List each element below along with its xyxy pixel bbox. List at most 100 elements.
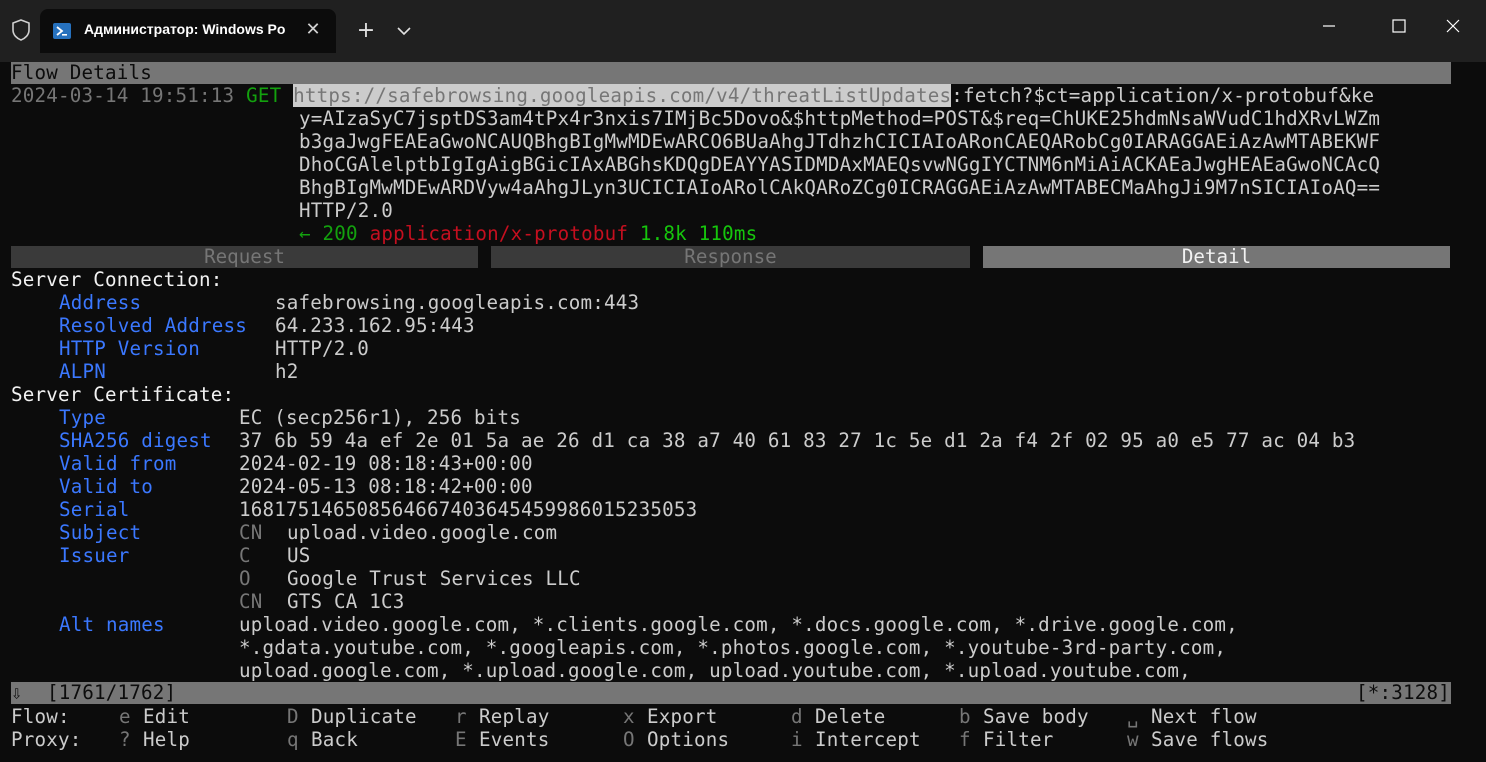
listen-address: [*:3128] <box>1356 681 1451 704</box>
terminal-tab[interactable]: Администратор: Windows Po ✕ <box>40 9 336 53</box>
detail-key: Valid from <box>59 452 177 475</box>
minimize-icon[interactable] <box>1306 8 1352 44</box>
detail-value: Google Trust Services LLC <box>287 567 581 590</box>
keybar-label: Flow: <box>11 705 70 728</box>
detail-key: Valid to <box>59 475 154 498</box>
response-size: 1.8k <box>639 222 687 245</box>
request-line: 2024-03-14 19:51:13 GET https://safebrow… <box>11 84 1375 108</box>
detail-value: 168175146508564667403645459986015235053 <box>239 498 698 521</box>
title-bar: Администратор: Windows Po ✕ + <box>0 0 1486 62</box>
detail-value: h2 <box>275 360 299 383</box>
response-time: 110ms <box>698 222 758 245</box>
shortcut-save-body[interactable]: Save body <box>983 706 1089 729</box>
url-line: b3gaJwgFEAEaGwoNCAUQBhgBIgMwMDEwARCO6BUa… <box>299 130 1381 153</box>
shortcut-key: ? <box>119 728 131 751</box>
section-heading: Server Certificate: <box>11 383 235 406</box>
detail-value: upload.video.google.com, *.clients.googl… <box>239 613 1238 636</box>
maximize-icon[interactable] <box>1376 8 1422 44</box>
shortcut-key: q <box>287 728 299 751</box>
detail-value: EC (secp256r1), 256 bits <box>239 406 522 429</box>
detail-value: 2024-02-19 08:18:43+00:00 <box>239 452 533 475</box>
shortcut-filter[interactable]: Filter <box>983 729 1054 752</box>
method: GET <box>246 84 282 107</box>
shortcut-key: r <box>455 705 467 728</box>
shortcut-intercept[interactable]: Intercept <box>815 729 921 752</box>
shortcut-key: x <box>623 705 635 728</box>
detail-key: HTTP Version <box>59 337 201 360</box>
header-bar <box>11 62 1451 84</box>
shield-icon <box>12 19 30 41</box>
field-label: CN <box>239 521 263 544</box>
detail-key: Serial <box>59 498 130 521</box>
tab-detail[interactable]: Detail <box>983 246 1450 268</box>
shortcut-delete[interactable]: Delete <box>815 706 886 729</box>
detail-value: upload.google.com, *.upload.google.com, … <box>239 659 1191 682</box>
shortcut-key: i <box>791 728 803 751</box>
shortcut-options[interactable]: Options <box>647 729 729 752</box>
shortcut-key: O <box>623 728 635 751</box>
shortcut-duplicate[interactable]: Duplicate <box>311 706 417 729</box>
detail-key: Alt names <box>59 613 165 636</box>
url-part: :fetch?$ct=application/x-protobuf&ke <box>951 84 1375 107</box>
shortcut-key: E <box>455 728 467 751</box>
detail-value: US <box>287 544 311 567</box>
keybar-label: Proxy: <box>11 728 82 751</box>
shortcut-save-flows[interactable]: Save flows <box>1151 729 1269 752</box>
shortcut-export[interactable]: Export <box>647 706 718 729</box>
chevron-down-icon[interactable] <box>388 16 420 46</box>
flow-position: [1761/1762] <box>47 681 177 704</box>
detail-value: HTTP/2.0 <box>275 337 370 360</box>
shortcut-key: f <box>959 728 971 751</box>
content-type: application/x-protobuf <box>369 222 629 245</box>
field-label: O <box>239 567 251 590</box>
url-line: DhoCGAlelptbIgIgAigBGicIAxABGhsKDQgDEAYY… <box>299 153 1381 176</box>
detail-key: SHA256 digest <box>59 429 212 452</box>
field-label: CN <box>239 590 263 613</box>
shortcut-key: b <box>959 705 971 728</box>
shortcut-help[interactable]: Help <box>143 729 190 752</box>
status-bar <box>11 682 1451 704</box>
detail-key: ALPN <box>59 360 107 383</box>
detail-key: Type <box>59 406 107 429</box>
response-summary: ← 200 application/x-protobuf 1.8k 110ms <box>299 223 757 246</box>
shortcut-key: e <box>119 705 131 728</box>
shortcut-next-flow[interactable]: Next flow <box>1151 706 1257 729</box>
timestamp: 2024-03-14 19:51:13 <box>11 84 235 107</box>
section-heading: Server Connection: <box>11 268 223 291</box>
close-tab-icon[interactable]: ✕ <box>302 19 324 41</box>
tab-response[interactable]: Response <box>491 246 970 268</box>
detail-value: upload.video.google.com <box>287 521 558 544</box>
shortcut-key: d <box>791 705 803 728</box>
shortcut-key: D <box>287 705 299 728</box>
detail-value: 37 6b 59 4a ef 2e 01 5a ae 26 d1 ca 38 a… <box>239 429 1356 452</box>
detail-key: Issuer <box>59 544 130 567</box>
detail-value: safebrowsing.googleapis.com:443 <box>275 291 640 314</box>
shortcut-key: w <box>1127 728 1139 751</box>
detail-key: Resolved Address <box>59 314 248 337</box>
tab-request[interactable]: Request <box>11 246 478 268</box>
terminal-area[interactable]: Flow Details 2024-03-14 19:51:13 GET htt… <box>0 62 1486 762</box>
detail-value: 64.233.162.95:443 <box>275 314 475 337</box>
url-highlighted[interactable]: https://safebrowsing.googleapis.com/v4/t… <box>293 84 952 107</box>
detail-value: *.gdata.youtube.com, *.googleapis.com, *… <box>239 636 1227 659</box>
scroll-down-icon: ⇩ <box>11 681 23 704</box>
detail-key: Subject <box>59 521 142 544</box>
detail-key: Address <box>59 291 142 314</box>
field-label: C <box>239 544 251 567</box>
shortcut-back[interactable]: Back <box>311 729 358 752</box>
http-version: HTTP/2.0 <box>299 199 394 222</box>
detail-value: 2024-05-13 08:18:42+00:00 <box>239 475 533 498</box>
powershell-icon <box>53 23 71 39</box>
close-window-icon[interactable] <box>1430 8 1476 44</box>
url-line: BhgBIgMwMDEwARDVyw4aAhgJLyn3UCICIAIoARol… <box>299 176 1381 199</box>
shortcut-key: ␣ <box>1127 705 1139 728</box>
shortcut-replay[interactable]: Replay <box>479 706 550 729</box>
new-tab-button[interactable]: + <box>350 16 382 46</box>
page-title: Flow Details <box>11 61 153 84</box>
arrow-left-icon: ← <box>299 222 311 245</box>
tab-title: Администратор: Windows Po <box>84 21 286 37</box>
shortcut-edit[interactable]: Edit <box>143 706 190 729</box>
url-line: y=AIzaSyC7jsptDS3am4tPx4r3nxis7IMjBc5Dov… <box>299 107 1381 130</box>
detail-value: GTS CA 1C3 <box>287 590 405 613</box>
shortcut-events[interactable]: Events <box>479 729 550 752</box>
